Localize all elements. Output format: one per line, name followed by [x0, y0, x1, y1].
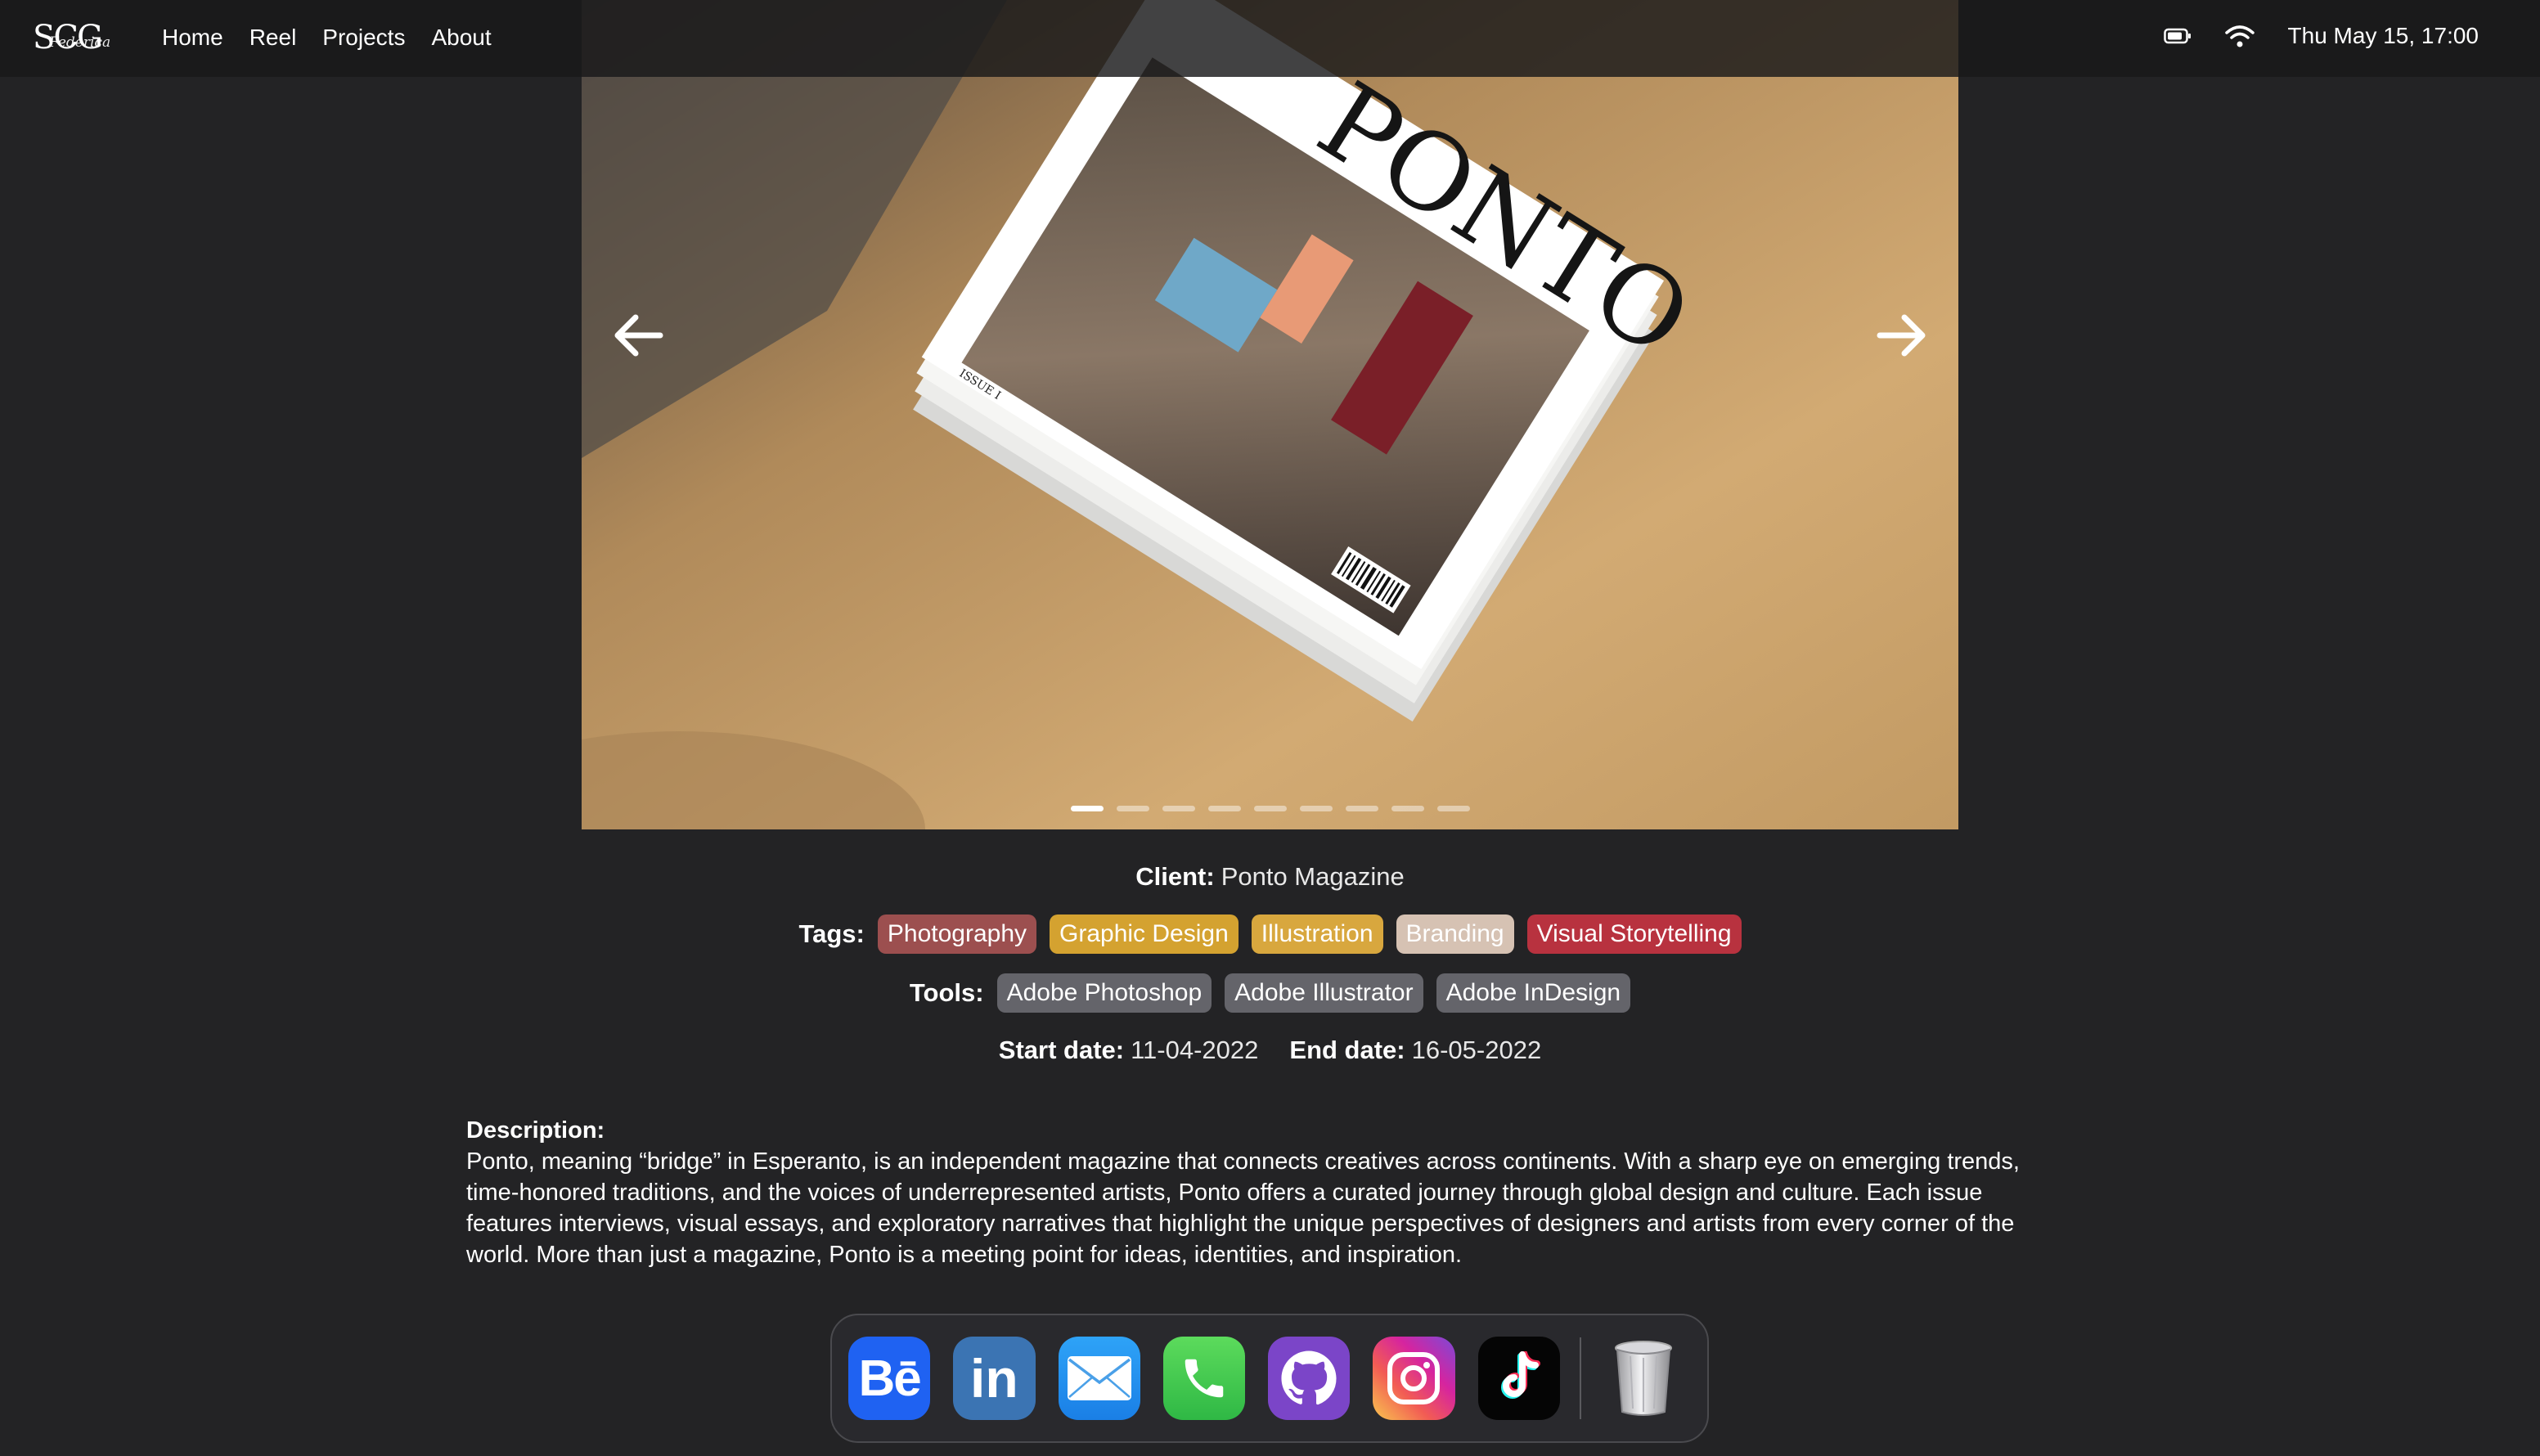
site-logo[interactable]: SCG Federica [33, 16, 111, 59]
arrow-right-icon [1877, 314, 1926, 357]
slide-dot-4[interactable] [1208, 806, 1241, 811]
clock: Thu May 15, 17:00 [2287, 23, 2479, 48]
logo-signature: Federica [49, 34, 111, 51]
dock-separator [1579, 1337, 1581, 1419]
tool-illustrator[interactable]: Adobe Illustrator [1225, 973, 1423, 1013]
wifi-icon[interactable] [2224, 24, 2255, 48]
mail-icon[interactable] [1058, 1337, 1140, 1420]
nav-home[interactable]: Home [162, 21, 223, 54]
arrow-left-icon [614, 314, 663, 357]
project-details: Client: Ponto Magazine Tags: Photography… [0, 859, 2540, 1088]
slide-dot-1[interactable] [1071, 806, 1104, 811]
slide-dot-7[interactable] [1346, 806, 1378, 811]
slide-dot-6[interactable] [1300, 806, 1333, 811]
description-label: Description: [466, 1117, 605, 1144]
tag-branding[interactable]: Branding [1396, 914, 1514, 954]
magazine-photo: PONTO ISSUE I [582, 0, 1958, 829]
slide-dot-5[interactable] [1254, 806, 1287, 811]
tiktok-icon[interactable] [1477, 1337, 1560, 1420]
nav-projects[interactable]: Projects [322, 21, 405, 54]
slide-dot-9[interactable] [1437, 806, 1470, 811]
end-date-value: 16-05-2022 [1411, 1036, 1542, 1064]
main-nav: Home Reel Projects About [162, 21, 492, 54]
nav-reel[interactable]: Reel [250, 21, 297, 54]
page: PONTO ISSUE I SCG Federica Home Reel Pro… [0, 0, 2540, 1456]
tag-illustration[interactable]: Illustration [1251, 914, 1383, 954]
dates-row: Start date: 11-04-2022 End date: 16-05-2… [999, 1032, 1541, 1068]
client-value: Ponto Magazine [1221, 862, 1405, 891]
behance-glyph: Bē [858, 1350, 921, 1407]
tools-row: Tools: Adobe Photoshop Adobe Illustrator… [909, 973, 1631, 1013]
instagram-icon[interactable] [1373, 1337, 1455, 1420]
client-label: Client: [1135, 862, 1215, 891]
github-icon[interactable] [1268, 1337, 1351, 1420]
project-image-carousel[interactable]: PONTO ISSUE I [582, 0, 1958, 829]
tags-row: Tags: Photography Graphic Design Illustr… [798, 914, 1742, 954]
tag-graphic-design[interactable]: Graphic Design [1050, 914, 1239, 954]
nav-about[interactable]: About [431, 21, 491, 54]
linkedin-glyph: in [970, 1348, 1018, 1409]
project-description: Description: Ponto, meaning “bridge” in … [466, 1115, 2074, 1270]
top-menu-bar: SCG Federica Home Reel Projects About Th… [0, 0, 2540, 77]
dock: Bē in [830, 1314, 1709, 1443]
start-date-label: Start date: [998, 1036, 1125, 1064]
tag-visual-storytelling[interactable]: Visual Storytelling [1526, 914, 1742, 954]
battery-icon[interactable] [2163, 28, 2192, 44]
behance-icon[interactable]: Bē [848, 1337, 931, 1420]
tool-photoshop[interactable]: Adobe Photoshop [996, 973, 1212, 1013]
tools-label: Tools: [909, 978, 984, 1007]
linkedin-icon[interactable]: in [953, 1337, 1036, 1420]
slide-dot-8[interactable] [1391, 806, 1424, 811]
tags-label: Tags: [798, 919, 865, 948]
slide-dot-3[interactable] [1162, 806, 1195, 811]
start-date-value: 11-04-2022 [1131, 1036, 1259, 1064]
description-text: Ponto, meaning “bridge” in Esperanto, is… [466, 1148, 2020, 1268]
slide-indicators [1071, 806, 1470, 811]
trash-icon[interactable] [1603, 1337, 1684, 1420]
phone-icon[interactable] [1162, 1337, 1245, 1420]
slide-dot-2[interactable] [1117, 806, 1149, 811]
tag-photography[interactable]: Photography [877, 914, 1037, 954]
previous-slide-button[interactable] [605, 311, 670, 360]
client-row: Client: Ponto Magazine [1135, 859, 1404, 895]
end-date-label: End date: [1289, 1036, 1405, 1064]
status-area: Thu May 15, 17:00 [2163, 18, 2479, 54]
next-slide-button[interactable] [1870, 311, 1935, 360]
tool-indesign[interactable]: Adobe InDesign [1436, 973, 1631, 1013]
